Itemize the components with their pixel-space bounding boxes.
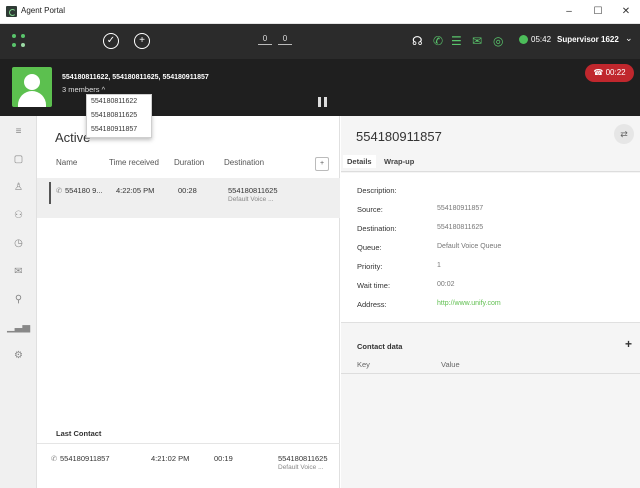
priority-value: 1 <box>437 262 441 269</box>
queue-value: Default Voice Queue <box>437 243 502 250</box>
column-header-name[interactable]: Name <box>56 158 77 167</box>
status-timer: 05:42 <box>531 35 552 44</box>
add-contact-data-button[interactable]: + <box>625 337 632 351</box>
chat-icon[interactable]: ✉ <box>472 34 482 48</box>
team-icon[interactable]: ⚇ <box>0 206 37 226</box>
history-clock-icon[interactable]: ✓ <box>103 33 119 49</box>
sidebar: ≡ ▢ ♙ ⚇ ◷ ✉ ⚲ ▁▃▅ ⚙ <box>0 116 37 488</box>
title-bar: Agent Portal – ☐ ✕ <box>0 0 640 24</box>
row-name: 554180 9... <box>65 186 103 195</box>
tab-wrap-up[interactable]: Wrap-up <box>384 157 414 166</box>
voicemail-icon[interactable]: ☰ <box>451 34 462 48</box>
message-icon[interactable]: ✉ <box>0 262 37 282</box>
statistics-icon[interactable]: ▁▃▅ <box>0 318 37 338</box>
maximize-button[interactable]: ☐ <box>589 4 607 20</box>
main-toolbar: ✓ + 00 ☊ ✆ ☰ ✉ ◎ 05:42 Supervisor 1622 ⌄ <box>0 24 640 59</box>
settings-gear-icon[interactable]: ⚙ <box>0 346 37 366</box>
key-column-header[interactable]: Key <box>357 360 370 369</box>
member-item[interactable]: 554180911857 <box>87 123 151 137</box>
last-contact-title: Last Contact <box>56 429 102 438</box>
contact-detail-panel: 554180911857 ⇄ Details Wrap-up Descripti… <box>341 116 640 488</box>
destination-label: Destination: <box>357 224 397 233</box>
transfer-icon[interactable]: ⇄ <box>614 124 634 144</box>
minimize-button[interactable]: – <box>560 4 578 20</box>
value-column-header[interactable]: Value <box>441 360 460 369</box>
source-value: 554180911857 <box>437 205 484 212</box>
active-contacts-panel: Active Name Time received Duration Desti… <box>37 116 340 488</box>
row-time: 4:22:05 PM <box>116 186 155 195</box>
headset-icon[interactable]: ☊ <box>412 34 423 48</box>
history-icon[interactable]: ◷ <box>0 234 37 254</box>
queue-label: Queue: <box>357 243 382 252</box>
user-menu-chevron-down-icon[interactable]: ⌄ <box>625 33 633 44</box>
dial-digit: 0 <box>278 34 292 45</box>
contacts-book-icon[interactable]: ▢ <box>0 150 37 170</box>
row-queue: Default Voice ... <box>278 464 324 471</box>
column-header-duration[interactable]: Duration <box>174 158 204 167</box>
active-contact-row[interactable]: ✆ 554180 9... 4:22:05 PM 00:28 554180811… <box>37 178 340 218</box>
row-duration: 00:19 <box>214 454 233 463</box>
row-time: 4:21:02 PM <box>151 454 190 463</box>
call-parties: 554180811622, 554180811625, 554180911857 <box>62 74 209 81</box>
app-logo-icon <box>6 6 17 17</box>
tab-details[interactable]: Details <box>343 155 376 168</box>
last-contact-row[interactable]: ✆ 554180911857 4:21:02 PM 00:19 55418081… <box>37 443 340 483</box>
member-item[interactable]: 554180811622 <box>87 95 151 109</box>
members-toggle[interactable]: 3 members ^ <box>62 85 105 94</box>
phone-handset-icon: ✆ <box>51 454 58 463</box>
user-name[interactable]: Supervisor 1622 <box>557 35 619 44</box>
address-link[interactable]: http://www.unify.com <box>437 300 501 307</box>
phone-icon[interactable]: ✆ <box>433 34 443 48</box>
details-fields: Description: Source: 554180911857 Destin… <box>341 173 640 323</box>
member-item[interactable]: 554180811625 <box>87 109 151 123</box>
app-title: Agent Portal <box>21 6 66 15</box>
menu-lines-icon[interactable]: ≡ <box>0 122 37 142</box>
agent-status-icon[interactable]: ♙ <box>0 178 37 198</box>
add-column-button[interactable]: + <box>315 157 329 171</box>
dial-digit: 0 <box>258 34 272 45</box>
wait-time-value: 00:02 <box>437 281 455 288</box>
destination-value: 554180811625 <box>437 224 484 231</box>
email-icon[interactable]: ◎ <box>493 34 503 48</box>
phone-handset-icon: ✆ <box>56 186 63 195</box>
row-queue: Default Voice ... <box>228 196 274 203</box>
close-button[interactable]: ✕ <box>617 4 635 20</box>
status-available-icon <box>519 35 528 44</box>
source-label: Source: <box>357 205 383 214</box>
new-call-plus-icon[interactable]: + <box>134 33 150 49</box>
row-destination: 554180811625 <box>228 186 278 195</box>
row-destination: 554180811625 <box>278 454 328 463</box>
unify-logo-icon <box>12 34 26 48</box>
detail-tabs: Details Wrap-up <box>341 152 640 172</box>
selected-indicator <box>49 182 51 204</box>
description-label: Description: <box>357 186 397 195</box>
search-icon[interactable]: ⚲ <box>0 290 37 310</box>
dial-input[interactable]: 00 <box>258 34 298 45</box>
address-label: Address: <box>357 300 387 309</box>
wait-time-label: Wait time: <box>357 281 391 290</box>
column-header-destination[interactable]: Destination <box>224 158 264 167</box>
detail-title: 554180911857 <box>356 129 442 144</box>
column-header-time-received[interactable]: Time received <box>109 158 159 167</box>
hold-pause-icon[interactable] <box>318 97 327 107</box>
contact-data-title: Contact data <box>357 342 403 351</box>
priority-label: Priority: <box>357 262 383 271</box>
contact-data-header: Key Value <box>341 356 640 374</box>
caller-avatar <box>12 67 52 107</box>
row-name: 554180911857 <box>60 454 110 463</box>
members-dropdown: 554180811622 554180811625 554180911857 <box>86 94 152 138</box>
row-duration: 00:28 <box>178 186 197 195</box>
hangup-button[interactable]: ☎ 00:22 <box>585 64 634 82</box>
